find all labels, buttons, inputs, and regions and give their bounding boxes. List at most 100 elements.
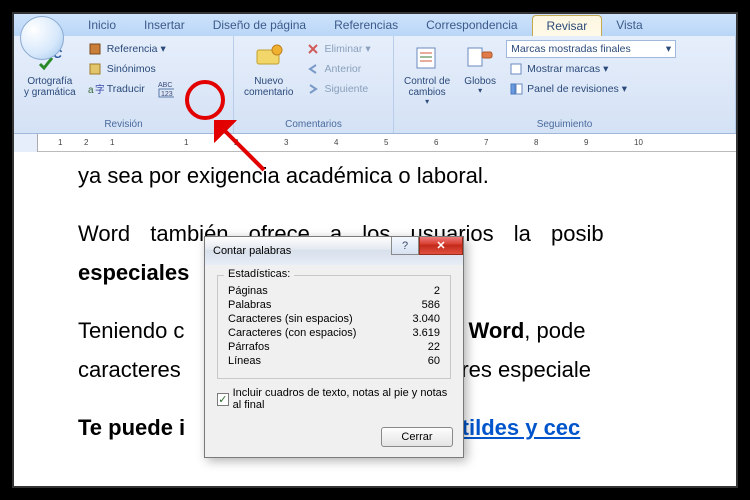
stat-key: Palabras — [228, 299, 271, 311]
balloons-icon — [464, 42, 496, 74]
tab-referencias[interactable]: Referencias — [320, 15, 412, 36]
close-icon: ✕ — [436, 239, 445, 252]
horizontal-ruler[interactable]: 1 2 1 1 2 3 4 5 6 7 8 9 10 — [14, 134, 736, 152]
new-comment-label: Nuevo comentario — [244, 76, 293, 98]
dialog-help-button[interactable]: ? — [391, 237, 419, 255]
dialog-titlebar[interactable]: Contar palabras ? ✕ — [205, 237, 463, 265]
stat-key: Caracteres (con espacios) — [228, 327, 356, 339]
dropdown-icon: ▾ — [425, 98, 429, 107]
show-markup-button[interactable]: Mostrar marcas ▾ — [506, 60, 729, 78]
new-comment-button[interactable]: Nuevo comentario — [240, 40, 297, 118]
next-icon — [305, 81, 321, 97]
track-changes-icon — [411, 42, 443, 74]
next-comment-button: Siguiente — [303, 80, 372, 98]
ruler-ticks: 1 2 1 1 2 3 4 5 6 7 8 9 10 — [44, 134, 736, 151]
stat-val: 586 — [394, 299, 440, 311]
spell-check-label: Ortografía y gramática — [24, 76, 76, 98]
stat-row: Páginas2 — [228, 284, 440, 298]
stat-key: Párrafos — [228, 341, 270, 353]
review-pane-button[interactable]: Panel de revisiones ▾ — [506, 80, 729, 98]
stat-row: Líneas 60 — [228, 354, 440, 368]
ruler-tick: 6 — [434, 138, 438, 147]
review-pane-icon — [508, 81, 524, 97]
dropdown-icon: ▾ — [478, 87, 482, 96]
svg-text:ABC: ABC — [158, 82, 172, 89]
dropdown-icon: ▾ — [603, 63, 608, 75]
dropdown-icon: ▾ — [365, 43, 370, 55]
next-comment-label: Siguiente — [324, 83, 368, 95]
balloons-button[interactable]: Globos ▾ — [460, 40, 500, 118]
office-button[interactable] — [20, 16, 64, 60]
dropdown-icon: ▾ — [666, 43, 671, 55]
delete-icon — [305, 41, 321, 57]
stat-row: Caracteres (con espacios) 3.619 — [228, 326, 440, 340]
research-label: Referencia — [107, 43, 158, 55]
word-count-dialog: Contar palabras ? ✕ Estadísticas: Página… — [204, 236, 464, 458]
svg-text:字: 字 — [95, 83, 104, 96]
doc-text: , pode — [524, 318, 585, 343]
ruler-left-box — [14, 134, 38, 152]
research-button[interactable]: Referencia ▾ — [86, 40, 176, 58]
annotation-circle — [185, 80, 225, 120]
ruler-tick: 1 — [110, 138, 114, 147]
word-count-icon[interactable]: ABC 123 — [158, 81, 174, 97]
doc-text: Te puede i — [78, 415, 185, 440]
group-label-proofing: Revisión — [20, 118, 227, 131]
stat-val: 22 — [394, 341, 440, 353]
review-pane-label: Panel de revisiones — [527, 83, 619, 95]
tab-insertar[interactable]: Insertar — [130, 15, 199, 36]
stat-val: 3.040 — [394, 313, 440, 325]
tab-correspondencia[interactable]: Correspondencia — [412, 15, 531, 36]
doc-text: especiales — [78, 260, 189, 285]
stat-key: Líneas — [228, 355, 261, 367]
doc-text: teres especiale — [443, 357, 591, 382]
include-footnotes-checkbox[interactable]: ✓ Incluir cuadros de texto, notas al pie… — [217, 387, 451, 411]
display-review-label: Marcas mostradas finales — [511, 43, 631, 55]
ruler-tick: 8 — [534, 138, 538, 147]
delete-comment-button: Eliminar ▾ — [303, 40, 372, 58]
dropdown-icon: ▾ — [622, 83, 627, 95]
thesaurus-button[interactable]: Sinónimos — [86, 60, 176, 78]
track-changes-label: Control de cambios — [404, 76, 450, 98]
stat-val: 60 — [394, 355, 440, 367]
display-review-dropdown[interactable]: Marcas mostradas finales ▾ — [506, 40, 676, 58]
annotation-arrow-icon — [214, 120, 274, 180]
stats-legend: Estadísticas: — [224, 268, 294, 280]
dialog-close-x-button[interactable]: ✕ — [419, 237, 463, 255]
show-markup-label: Mostrar marcas — [527, 63, 600, 75]
checkbox-label: Incluir cuadros de texto, notas al pie y… — [233, 387, 451, 411]
svg-text:a: a — [88, 85, 94, 96]
thesaurus-label: Sinónimos — [107, 63, 156, 75]
dropdown-icon: ▾ — [160, 43, 165, 55]
ruler-tick: 9 — [584, 138, 588, 147]
stat-row: Caracteres (sin espacios)3.040 — [228, 312, 440, 326]
stat-row: Palabras 586 — [228, 298, 440, 312]
tab-diseno[interactable]: Diseño de página — [199, 15, 320, 36]
svg-text:123: 123 — [161, 91, 173, 98]
tab-inicio[interactable]: Inicio — [74, 15, 130, 36]
doc-text: caracteres — [78, 357, 181, 382]
ruler-tick: 7 — [484, 138, 488, 147]
stat-val: 3.619 — [394, 327, 440, 339]
stat-row: Párrafos 22 — [228, 340, 440, 354]
translate-icon: a字 — [88, 81, 104, 97]
ruler-tick: 4 — [334, 138, 338, 147]
ruler-tick: 10 — [634, 138, 643, 147]
translate-label: Traducir — [107, 83, 145, 95]
translate-button[interactable]: a字 Traducir ABC 123 — [86, 80, 176, 98]
prev-icon — [305, 61, 321, 77]
dialog-title: Contar palabras — [213, 245, 291, 257]
new-comment-icon — [253, 42, 285, 74]
track-changes-button[interactable]: Control de cambios ▾ — [400, 40, 454, 118]
help-icon: ? — [402, 240, 408, 252]
thesaurus-icon — [88, 61, 104, 77]
book-icon — [88, 41, 104, 57]
stat-val: 2 — [394, 285, 440, 297]
doc-line: ya sea por exigencia académica o laboral… — [78, 156, 716, 196]
ruler-tick: 1 — [58, 138, 62, 147]
dialog-close-button[interactable]: Cerrar — [381, 427, 453, 447]
tab-vista[interactable]: Vista — [602, 15, 656, 36]
tab-revisar[interactable]: Revisar — [532, 15, 603, 36]
doc-text: Teniendo c — [78, 318, 184, 343]
stats-fieldset: Estadísticas: Páginas2 Palabras586 Carac… — [217, 275, 451, 379]
